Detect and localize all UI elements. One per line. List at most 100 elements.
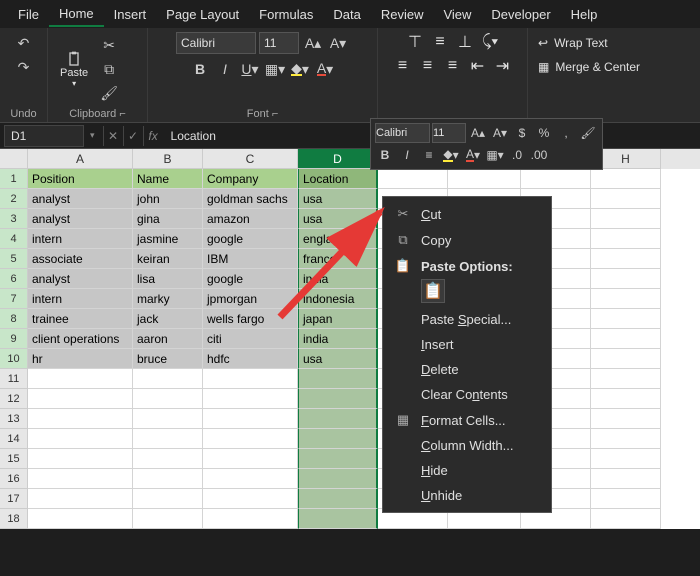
ctx-delete[interactable]: Delete (383, 357, 551, 382)
cell[interactable]: japan (298, 309, 378, 329)
menu-page-layout[interactable]: Page Layout (156, 3, 249, 26)
row-header[interactable]: 17 (0, 489, 28, 509)
cell[interactable]: usa (298, 189, 378, 209)
cell[interactable] (298, 449, 378, 469)
ctx-clear-contents[interactable]: Clear Contents (383, 382, 551, 407)
cell[interactable]: marky (133, 289, 203, 309)
cell[interactable]: Company (203, 169, 298, 189)
mini-increase-decimal-icon[interactable]: .00 (529, 145, 549, 165)
row-header[interactable]: 1 (0, 169, 28, 189)
decrease-indent-icon[interactable]: ⇤ (467, 56, 489, 76)
row-header[interactable]: 12 (0, 389, 28, 409)
cell[interactable] (591, 449, 661, 469)
paste-option-button[interactable]: 📋 (421, 279, 445, 303)
mini-fill-color-icon[interactable]: ◆▾ (441, 145, 461, 165)
cell[interactable] (591, 509, 661, 529)
ctx-column-width[interactable]: Column Width... (383, 433, 551, 458)
cell[interactable] (133, 489, 203, 509)
cell[interactable] (298, 429, 378, 449)
cell[interactable] (591, 209, 661, 229)
cell[interactable] (133, 509, 203, 529)
col-header-a[interactable]: A (28, 149, 133, 169)
cell[interactable]: jasmine (133, 229, 203, 249)
cell[interactable] (521, 169, 591, 189)
cell[interactable] (298, 389, 378, 409)
cell[interactable] (298, 489, 378, 509)
paste-button[interactable]: Paste ▾ (56, 47, 92, 92)
cell[interactable]: intern (28, 229, 133, 249)
copy-icon[interactable]: ⧉ (98, 58, 120, 80)
mini-percent-icon[interactable]: % (534, 123, 554, 143)
ctx-cut[interactable]: ✂Cut (383, 201, 551, 227)
cell[interactable] (591, 489, 661, 509)
cell[interactable] (28, 469, 133, 489)
cell[interactable]: IBM (203, 249, 298, 269)
cell[interactable]: trainee (28, 309, 133, 329)
cell[interactable] (133, 469, 203, 489)
cell[interactable]: indonesia (298, 289, 378, 309)
align-right-icon[interactable]: ≡ (442, 56, 464, 76)
row-header[interactable]: 8 (0, 309, 28, 329)
menu-help[interactable]: Help (561, 3, 608, 26)
cell[interactable] (203, 409, 298, 429)
cell[interactable] (298, 409, 378, 429)
cell[interactable]: usa (298, 209, 378, 229)
borders-button[interactable]: ▦▾ (264, 58, 286, 80)
cell[interactable] (28, 409, 133, 429)
increase-font-icon[interactable]: A▴ (302, 32, 324, 54)
cell[interactable] (203, 469, 298, 489)
cell[interactable]: analyst (28, 209, 133, 229)
italic-button[interactable]: I (214, 58, 236, 80)
cell[interactable]: Location (298, 169, 378, 189)
cell[interactable] (591, 309, 661, 329)
align-middle-icon[interactable]: ≡ (429, 32, 451, 52)
mini-borders-icon[interactable]: ▦▾ (485, 145, 505, 165)
cell[interactable]: associate (28, 249, 133, 269)
name-box[interactable] (4, 125, 84, 147)
align-center-icon[interactable]: ≡ (417, 56, 439, 76)
cell[interactable] (28, 509, 133, 529)
wrap-text-button[interactable]: ↩ Wrap Text (536, 32, 610, 54)
mini-font-name[interactable] (375, 123, 430, 143)
menu-review[interactable]: Review (371, 3, 434, 26)
row-header[interactable]: 4 (0, 229, 28, 249)
cell[interactable]: client operations (28, 329, 133, 349)
menu-file[interactable]: File (8, 3, 49, 26)
cell[interactable]: Position (28, 169, 133, 189)
cell[interactable] (591, 169, 661, 189)
row-header[interactable]: 5 (0, 249, 28, 269)
cell[interactable] (591, 429, 661, 449)
cell[interactable] (591, 329, 661, 349)
cell[interactable] (28, 449, 133, 469)
cell[interactable] (133, 409, 203, 429)
mini-decrease-font-icon[interactable]: A▾ (490, 123, 510, 143)
row-header[interactable]: 14 (0, 429, 28, 449)
cell[interactable]: analyst (28, 189, 133, 209)
col-header-b[interactable]: B (133, 149, 203, 169)
cut-icon[interactable]: ✂ (98, 34, 120, 56)
menu-data[interactable]: Data (323, 3, 370, 26)
fill-color-button[interactable]: ◆▾ (289, 58, 311, 80)
cell[interactable] (133, 389, 203, 409)
cell[interactable] (133, 449, 203, 469)
decrease-font-icon[interactable]: A▾ (327, 32, 349, 54)
row-header[interactable]: 3 (0, 209, 28, 229)
undo-icon[interactable]: ↶ (13, 32, 35, 54)
cell[interactable] (133, 429, 203, 449)
cell[interactable]: usa (298, 349, 378, 369)
menu-view[interactable]: View (433, 3, 481, 26)
mini-decrease-decimal-icon[interactable]: .0 (507, 145, 527, 165)
cell[interactable]: france (298, 249, 378, 269)
cell[interactable] (448, 169, 521, 189)
cell[interactable]: keiran (133, 249, 203, 269)
menu-home[interactable]: Home (49, 2, 104, 27)
cell[interactable] (203, 369, 298, 389)
font-name-select[interactable] (176, 32, 256, 54)
underline-button[interactable]: U▾ (239, 58, 261, 80)
mini-bold-icon[interactable]: B (375, 145, 395, 165)
font-size-select[interactable] (259, 32, 299, 54)
cell[interactable]: citi (203, 329, 298, 349)
cell[interactable] (591, 189, 661, 209)
cell[interactable] (591, 469, 661, 489)
cell[interactable] (378, 169, 448, 189)
